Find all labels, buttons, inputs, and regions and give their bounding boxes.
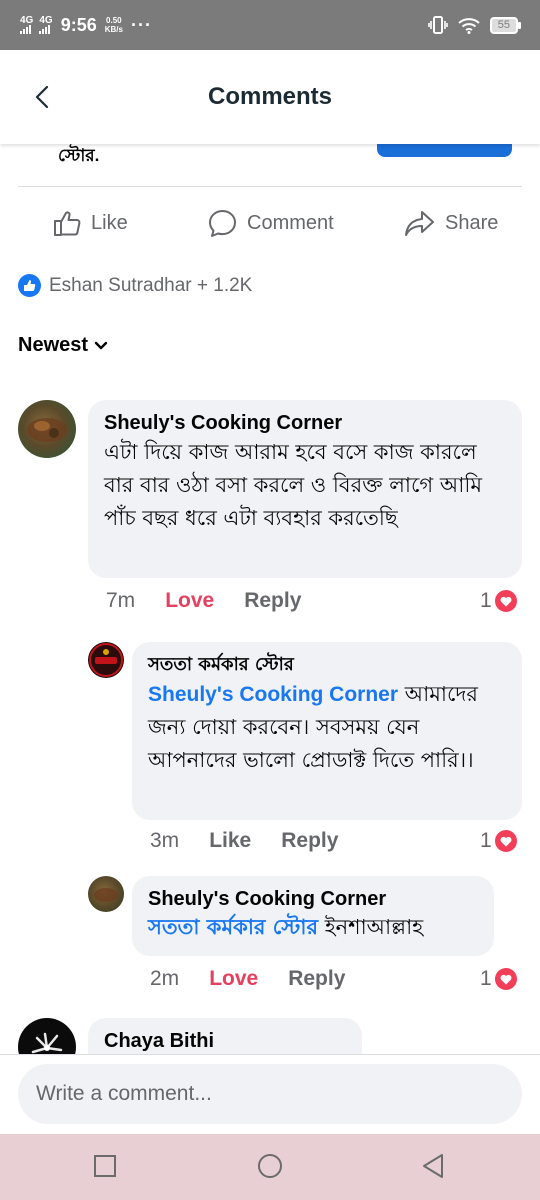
avatar[interactable]: [88, 876, 124, 912]
reactors-text: Eshan Sutradhar + 1.2K: [49, 274, 253, 296]
comment-author[interactable]: Sheuly's Cooking Corner: [148, 886, 478, 912]
more-notifications: ···: [130, 14, 152, 35]
heart-icon: [494, 830, 517, 852]
comment-author[interactable]: সততা কর্মকার স্টোর: [148, 652, 506, 678]
avatar[interactable]: [88, 642, 124, 678]
reaction-button[interactable]: Love: [209, 967, 258, 991]
reaction-count[interactable]: 1: [480, 967, 517, 991]
comment-text: Sheuly's Cooking Corner আমাদের জন্য দোয়…: [148, 678, 506, 777]
reaction-count-value: 1: [480, 829, 492, 852]
battery-icon: 55: [489, 16, 522, 34]
sort-dropdown[interactable]: Newest: [18, 334, 108, 357]
comment-icon: [209, 210, 236, 237]
reaction-button[interactable]: Love: [165, 589, 214, 613]
reaction-count-value: 1: [480, 589, 492, 612]
system-nav-bar: [0, 1134, 540, 1200]
heart-icon: [494, 590, 517, 612]
comment-meta: 7m Love Reply: [106, 589, 301, 613]
reaction-button[interactable]: Like: [209, 829, 251, 853]
recents-icon[interactable]: [93, 1154, 117, 1178]
sort-label: Newest: [18, 334, 89, 356]
post-actions: Like Comment Share: [0, 200, 540, 246]
wifi-icon: [458, 17, 480, 34]
comment-input[interactable]: Write a comment...: [18, 1064, 522, 1124]
comment-bubble: Sheuly's Cooking Corner এটা দিয়ে কাজ আর…: [88, 400, 522, 578]
comment-meta: 2m Love Reply: [150, 967, 345, 991]
header: Comments: [0, 50, 540, 144]
avatar[interactable]: [18, 400, 76, 458]
mention-link[interactable]: Sheuly's Cooking Corner: [148, 683, 398, 706]
network-speed: 0.50 KB/s: [104, 16, 123, 34]
comment-meta: 3m Like Reply: [150, 829, 338, 853]
share-button[interactable]: Share: [404, 208, 498, 238]
reply-button[interactable]: Reply: [288, 967, 345, 991]
post-text: স্টোর.: [58, 146, 100, 165]
comment-button[interactable]: Comment: [207, 208, 334, 238]
mention-link[interactable]: সততা কর্মকার স্টোর: [148, 915, 318, 939]
comment-text: এটা দিয়ে কাজ আরাম হবে বসে কাজ কারলে বার…: [104, 440, 483, 530]
reaction-count[interactable]: 1: [480, 829, 517, 853]
comment-text: সততা কর্মকার স্টোর ইনশাআল্লাহ: [148, 912, 478, 942]
reply-button[interactable]: Reply: [244, 589, 301, 613]
signal-indicator-2: 4G: [39, 16, 53, 34]
back-nav-icon[interactable]: [421, 1153, 445, 1179]
comment-time: 7m: [106, 589, 136, 612]
divider: [18, 186, 522, 187]
signal-bars-icon: [20, 25, 31, 34]
share-icon: [405, 211, 434, 236]
share-label: Share: [445, 211, 499, 234]
page-title: Comments: [207, 83, 333, 110]
like-icon: [54, 211, 81, 236]
heart-icon: [494, 968, 517, 990]
comment-composer: Write a comment...: [0, 1054, 540, 1135]
comment-label: Comment: [247, 211, 334, 234]
comment-time: 2m: [150, 967, 180, 990]
comment-body: ইনশাআল্লাহ: [318, 915, 424, 939]
reaction-count-value: 1: [480, 967, 492, 990]
reaction-count[interactable]: 1: [480, 589, 517, 613]
reply-button[interactable]: Reply: [281, 829, 338, 853]
status-bar: 4G 4G 9:56 0.50 KB/s ··· 55: [0, 0, 540, 50]
like-label: Like: [91, 211, 128, 234]
reactions-summary[interactable]: Eshan Sutradhar + 1.2K: [18, 274, 252, 297]
comment-time: 3m: [150, 829, 180, 852]
signal-bars-icon: [39, 25, 51, 34]
home-icon[interactable]: [257, 1153, 283, 1179]
comment-author[interactable]: Chaya Bithi: [104, 1028, 346, 1054]
comment-bubble: Sheuly's Cooking Corner সততা কর্মকার স্ট…: [132, 876, 494, 956]
chevron-down-icon: [94, 341, 108, 349]
like-button[interactable]: Like: [52, 208, 128, 238]
clock: 9:56: [60, 14, 97, 35]
comment-bubble: সততা কর্মকার স্টোর Sheuly's Cooking Corn…: [132, 642, 522, 820]
vibrate-icon: [427, 16, 448, 34]
signal-indicator-1: 4G: [20, 16, 33, 34]
comment-author[interactable]: Sheuly's Cooking Corner: [104, 410, 506, 436]
like-badge-icon: [18, 274, 41, 297]
